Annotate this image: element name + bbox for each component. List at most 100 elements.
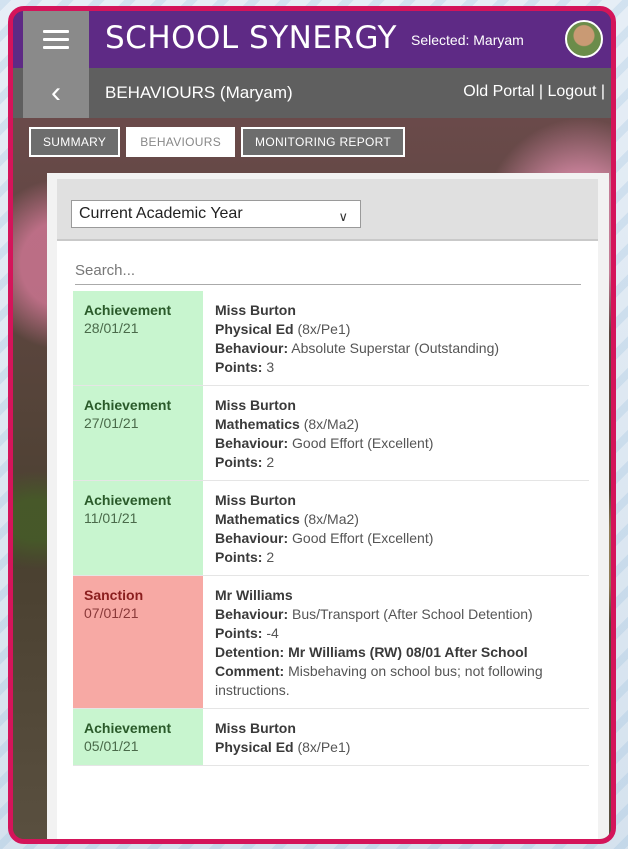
record-behaviour: Good Effort (Excellent) [292,435,434,451]
record-type-cell: Achievement 27/01/21 [73,386,203,480]
page-title: BEHAVIOURS (Maryam) [105,83,293,102]
hamburger-icon-bar [43,46,69,49]
comment-label: Comment: [215,663,285,679]
record-points-line: Points: 3 [215,358,579,377]
record-type: Achievement [84,302,172,318]
record-type: Achievement [84,492,172,508]
record-points-line: Points: 2 [215,453,579,472]
brand-logo: SCHOOL SYNERGY [105,20,397,56]
record-date: 05/01/21 [84,738,139,754]
academic-year-select[interactable]: Current Academic Year ∨ [71,200,361,228]
record-subject-line: Physical Ed (8x/Pe1) [215,738,579,757]
record-type: Achievement [84,397,172,413]
points-label: Points: [215,454,263,470]
record-points-line: Points: -4 [215,624,579,643]
chevron-left-icon: ‹ [51,76,61,109]
list-item[interactable]: Achievement 11/01/21 Miss Burton Mathema… [73,481,589,576]
record-detail: Miss Burton Physical Ed (8x/Pe1) Behavio… [203,291,589,385]
record-points-line: Points: 2 [215,548,579,567]
list-item[interactable]: Achievement 28/01/21 Miss Burton Physica… [73,291,589,386]
records-content: Achievement 28/01/21 Miss Burton Physica… [57,241,598,839]
tab-monitoring-report[interactable]: MONITORING REPORT [241,127,406,157]
record-teacher: Miss Burton [215,397,296,413]
link-separator: | [538,83,543,100]
top-header: SCHOOL SYNERGY Selected: Maryam [13,11,611,68]
avatar[interactable] [565,20,603,58]
search-input[interactable] [75,256,581,285]
record-comment-line: Comment: Misbehaving on school bus; not … [215,662,579,700]
chevron-down-icon: ∨ [338,209,348,224]
list-item[interactable]: Achievement 27/01/21 Miss Burton Mathema… [73,386,589,481]
record-behaviour: Absolute Superstar (Outstanding) [291,340,500,356]
menu-button[interactable] [23,11,89,68]
record-class: (8x/Pe1) [297,321,351,337]
record-class: (8x/Pe1) [297,739,351,755]
record-points: 3 [266,359,275,375]
record-class: (8x/Ma2) [303,416,359,432]
record-class: (8x/Ma2) [303,511,359,527]
hamburger-icon-bar [43,38,69,41]
list-item[interactable]: Achievement 05/01/21 Miss Burton Physica… [73,709,589,766]
record-behaviour-line: Behaviour: Good Effort (Excellent) [215,529,579,548]
hamburger-icon-bar [43,30,69,33]
behaviour-label: Behaviour: [215,340,289,356]
back-button[interactable]: ‹ [23,68,89,118]
record-teacher: Mr Williams [215,587,293,603]
link-separator: | [600,83,605,100]
record-type-cell: Achievement 05/01/21 [73,709,203,765]
old-portal-link[interactable]: Old Portal [463,83,534,100]
record-subject-line: Mathematics (8x/Ma2) [215,510,579,529]
record-detention: Detention: Mr Williams (RW) 08/01 After … [215,643,579,662]
record-subject: Physical Ed [215,321,294,337]
record-points: -4 [266,625,279,641]
record-type: Sanction [84,587,144,603]
record-behaviour: Bus/Transport (After School Detention) [292,606,533,622]
record-date: 07/01/21 [84,605,139,621]
record-teacher: Miss Burton [215,720,296,736]
header-links: Old Portal | Logout | [463,83,605,101]
tab-summary[interactable]: SUMMARY [29,127,121,157]
sub-header: ‹ BEHAVIOURS (Maryam) Old Portal | Logou… [13,68,611,118]
record-teacher: Miss Burton [215,492,296,508]
select-value: Current Academic Year [79,205,243,222]
record-detail: Miss Burton Physical Ed (8x/Pe1) [203,709,589,765]
list-item[interactable]: Sanction 07/01/21 Mr Williams Behaviour:… [73,576,589,709]
record-type-cell: Sanction 07/01/21 [73,576,203,708]
record-date: 27/01/21 [84,415,139,431]
record-subject: Mathematics [215,416,300,432]
detention-text: Detention: Mr Williams (RW) 08/01 After … [215,644,528,660]
record-points: 2 [266,454,275,470]
record-detail: Miss Burton Mathematics (8x/Ma2) Behavio… [203,386,589,480]
filter-bar: Current Academic Year ∨ [57,179,598,241]
points-label: Points: [215,549,263,565]
record-type: Achievement [84,720,172,736]
record-detail: Mr Williams Behaviour: Bus/Transport (Af… [203,576,589,708]
record-behaviour-line: Behaviour: Bus/Transport (After School D… [215,605,579,624]
record-behaviour: Good Effort (Excellent) [292,530,434,546]
record-date: 28/01/21 [84,320,139,336]
points-label: Points: [215,359,263,375]
selected-student[interactable]: Selected: Maryam [411,32,524,48]
behaviour-label: Behaviour: [215,606,289,622]
behaviour-label: Behaviour: [215,435,289,451]
record-date: 11/01/21 [84,510,138,526]
record-subject: Mathematics [215,511,300,527]
record-behaviour-line: Behaviour: Absolute Superstar (Outstandi… [215,339,579,358]
record-subject: Physical Ed [215,739,294,755]
records-list: Achievement 28/01/21 Miss Burton Physica… [73,291,589,766]
record-teacher: Miss Burton [215,302,296,318]
logout-link[interactable]: Logout [547,83,596,100]
record-type-cell: Achievement 28/01/21 [73,291,203,385]
record-type-cell: Achievement 11/01/21 [73,481,203,575]
behaviour-label: Behaviour: [215,530,289,546]
tab-bar: SUMMARY BEHAVIOURS MONITORING REPORT [29,127,406,157]
tab-behaviours[interactable]: BEHAVIOURS [126,127,236,157]
points-label: Points: [215,625,263,641]
app-frame: SCHOOL SYNERGY Selected: Maryam ‹ BEHAVI… [8,6,616,844]
behaviours-panel: Current Academic Year ∨ Achievement 28/0… [47,173,609,839]
record-subject-line: Mathematics (8x/Ma2) [215,415,579,434]
record-subject-line: Physical Ed (8x/Pe1) [215,320,579,339]
record-detail: Miss Burton Mathematics (8x/Ma2) Behavio… [203,481,589,575]
record-behaviour-line: Behaviour: Good Effort (Excellent) [215,434,579,453]
record-points: 2 [266,549,275,565]
